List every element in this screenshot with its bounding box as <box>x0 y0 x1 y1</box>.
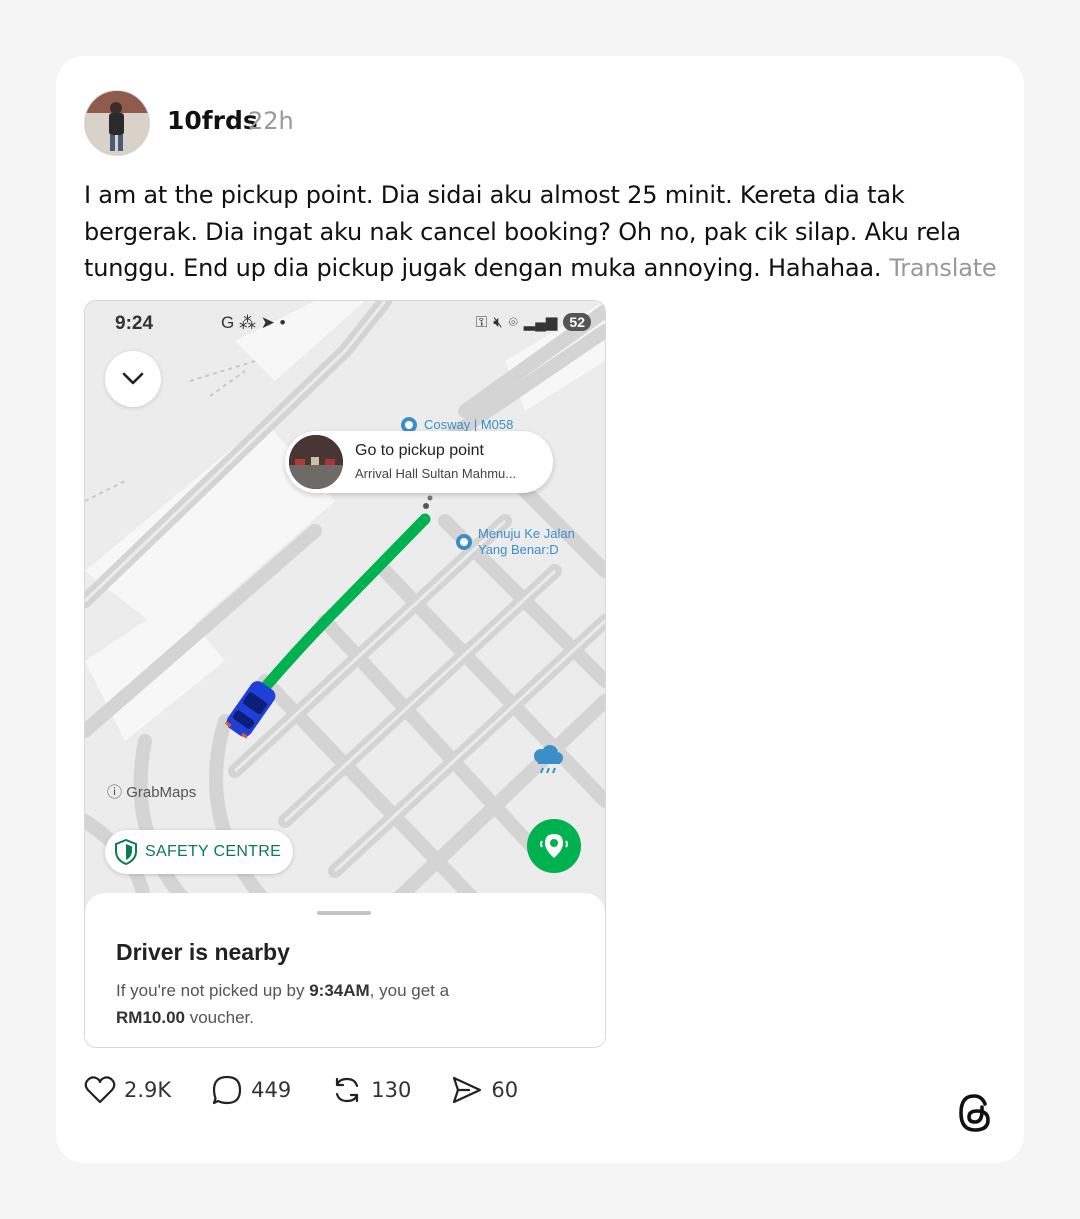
threads-logo-icon[interactable] <box>955 1092 995 1134</box>
sheet-text-3: voucher. <box>184 1008 254 1027</box>
repost-count: 130 <box>371 1078 412 1102</box>
send-icon <box>453 1076 482 1104</box>
sheet-title: Driver is nearby <box>116 939 290 965</box>
safety-centre-button[interactable]: SAFETY CENTRE <box>105 830 293 874</box>
location-pin-icon <box>540 834 568 858</box>
bubble-title: Go to pickup point <box>355 442 484 459</box>
post-actions: 2.9K 449 130 60 <box>84 1074 558 1106</box>
attached-screenshot[interactable]: 9:24 G ⁂ ➤ • ⚿ 🔇︎ ⌾ ▂▄▆ 52 Cosway | M058… <box>84 300 606 1048</box>
sheet-body: If you're not picked up by 9:34AM, you g… <box>116 977 556 1031</box>
key-icon: ⚿ <box>475 313 488 331</box>
sheet-text-1: If you're not picked up by <box>116 981 310 1000</box>
shield-icon <box>115 839 137 865</box>
avatar[interactable] <box>84 90 150 156</box>
repost-button[interactable]: 130 <box>331 1074 411 1106</box>
locate-button[interactable] <box>527 819 581 873</box>
safety-centre-label: SAFETY CENTRE <box>145 843 282 860</box>
post-body: I am at the pickup point. Dia sidai aku … <box>84 181 961 282</box>
sheet-handle[interactable] <box>317 911 371 915</box>
post-card: 10frds 22h I am at the pickup point. Dia… <box>56 56 1024 1163</box>
sheet-time: 9:34AM <box>309 981 370 1000</box>
map-canvas <box>85 301 605 901</box>
like-button[interactable]: 2.9K <box>84 1075 171 1105</box>
username[interactable]: 10frds <box>167 106 258 135</box>
battery-badge: 52 <box>563 313 591 331</box>
sheet-amount: RM10.00 <box>116 1008 185 1027</box>
location-icon: ⌾ <box>508 313 518 331</box>
chevron-down-icon <box>122 372 144 385</box>
post-text: I am at the pickup point. Dia sidai aku … <box>84 177 1004 287</box>
reply-count: 449 <box>251 1078 292 1102</box>
post-time: 22h <box>248 107 294 135</box>
pickup-photo <box>289 435 343 489</box>
info-icon: ⓘ <box>107 784 123 801</box>
repost-icon <box>336 1077 359 1103</box>
poi-label-cosway: Cosway | M058 <box>424 417 514 432</box>
poi-label-line2: Yang Benar:D <box>478 542 559 557</box>
share-button[interactable]: 60 <box>451 1075 518 1105</box>
signal-icon: ▂▄▆ <box>523 314 558 331</box>
status-time: 9:24 <box>115 313 154 334</box>
share-count: 60 <box>491 1078 519 1102</box>
status-left-icons: G ⁂ ➤ • <box>221 313 286 332</box>
comment-icon <box>213 1075 242 1105</box>
map-attribution: ⓘ GrabMaps <box>107 781 196 802</box>
like-count: 2.9K <box>124 1078 172 1102</box>
attribution-text: GrabMaps <box>126 784 197 801</box>
poi-label-menuju: Menuju Ke Jalan Yang Benar:D <box>478 526 575 558</box>
reply-button[interactable]: 449 <box>211 1074 291 1106</box>
bubble-subtitle: Arrival Hall Sultan Mahmu... <box>355 466 517 481</box>
collapse-button[interactable] <box>105 351 161 407</box>
translate-link[interactable]: Translate <box>889 254 996 282</box>
heart-icon <box>84 1076 116 1104</box>
status-right-icons: ⚿ 🔇︎ ⌾ ▂▄▆ 52 <box>476 313 591 331</box>
sheet-text-2: , you get a <box>369 981 450 1000</box>
pickup-bubble[interactable]: Go to pickup point Arrival Hall Sultan M… <box>285 431 553 493</box>
mute-icon: 🔇︎ <box>493 313 503 331</box>
poi-label-line1: Menuju Ke Jalan <box>478 526 575 541</box>
bottom-sheet: Driver is nearby If you're not picked up… <box>85 893 605 1047</box>
